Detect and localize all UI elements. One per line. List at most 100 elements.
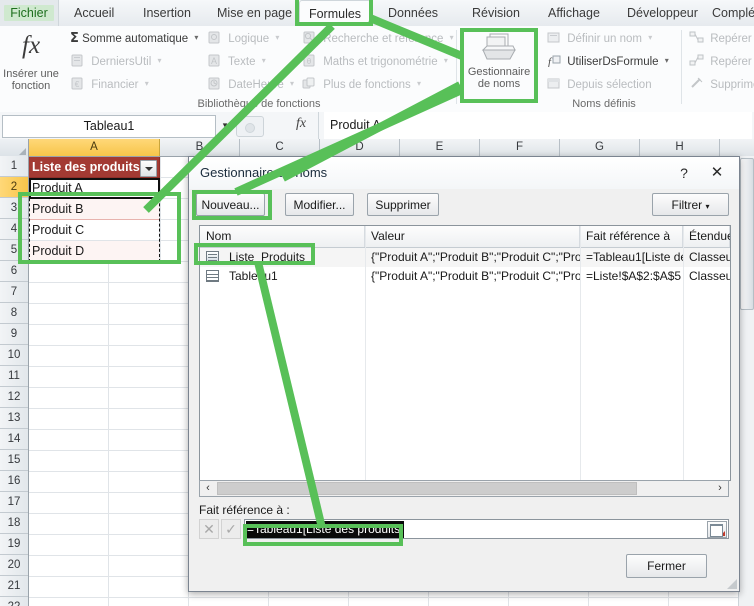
column-header-etendue[interactable]: Étendue	[683, 226, 730, 247]
row-header-20[interactable]: 20	[0, 555, 28, 576]
close-icon[interactable]: ✕	[703, 163, 731, 183]
tab-revision[interactable]: Révision	[462, 0, 530, 26]
cmd-plus-de-fonctions[interactable]: Plus de fonctions ▾	[302, 77, 421, 93]
column-header-c[interactable]: C	[240, 139, 320, 156]
tab-developpeur[interactable]: Développeur	[617, 0, 708, 26]
row-header-16[interactable]: 16	[0, 471, 28, 492]
cmd-logique[interactable]: Logique ▾	[207, 31, 279, 47]
cmd-dateheure[interactable]: DateHeure ▾	[207, 77, 294, 93]
tab-fichier[interactable]: Fichier	[0, 0, 59, 26]
filter-button-label: Filtrer	[671, 198, 703, 212]
formula-bar-expand-button[interactable]	[236, 116, 264, 137]
column-header-d[interactable]: D	[320, 139, 400, 156]
cmd-utiliser-ds-formule[interactable]: f UtiliserDsFormule ▾	[546, 54, 669, 70]
column-header-f[interactable]: F	[480, 139, 560, 156]
close-dialog-button[interactable]: Fermer	[626, 554, 707, 578]
horizontal-scrollbar-thumb[interactable]	[217, 482, 637, 495]
column-header-e[interactable]: E	[400, 139, 480, 156]
collapse-dialog-icon[interactable]	[707, 521, 727, 538]
column-header-valeur[interactable]: Valeur	[365, 226, 580, 247]
new-name-button[interactable]: Nouveau...	[196, 193, 265, 216]
cmd-maths-trigonometrie[interactable]: θ Maths et trigonométrie ▾	[302, 54, 448, 70]
cmd-somme-automatique[interactable]: Σ Somme automatique ▾	[70, 31, 198, 47]
row-header-19[interactable]: 19	[0, 534, 28, 555]
cmd-recherche-reference[interactable]: Recherche et référence ▾	[302, 31, 454, 47]
edit-name-button[interactable]: Modifier...	[285, 193, 354, 216]
column-header-h[interactable]: H	[640, 139, 720, 156]
row-header-11[interactable]: 11	[0, 366, 28, 387]
cmd-supprimer-fleches[interactable]: Supprimer le	[689, 77, 754, 93]
cmd-derniersutil[interactable]: DerniersUtil ▾	[70, 54, 162, 70]
row-header-22[interactable]: 22	[0, 597, 28, 606]
cmd-reperer-depend[interactable]: Repérer les d	[689, 54, 754, 70]
column-header-g[interactable]: G	[560, 139, 640, 156]
row-header-10[interactable]: 10	[0, 345, 28, 366]
name-box-chevron-down-icon[interactable]: ▾	[216, 115, 234, 136]
formula-input[interactable]: Produit A	[324, 112, 752, 139]
row-header-8[interactable]: 8	[0, 303, 28, 324]
insert-function-fx-icon[interactable]: fx	[296, 116, 306, 132]
row-header-14[interactable]: 14	[0, 429, 28, 450]
svg-text:A: A	[211, 56, 217, 66]
formula-bar-divider	[318, 112, 319, 139]
scroll-left-icon[interactable]: ‹	[200, 481, 216, 496]
row-header-6[interactable]: 6	[0, 261, 28, 282]
cmd-financier[interactable]: € Financier ▾	[70, 77, 149, 93]
row-header-21[interactable]: 21	[0, 576, 28, 597]
insert-function-button[interactable]: Insérer une fonction	[0, 68, 62, 92]
confirm-edit-icon[interactable]: ✓	[221, 519, 241, 539]
names-list[interactable]: Nom Valeur Fait référence à Étendue List…	[199, 225, 731, 481]
cmd-texte[interactable]: A Texte ▾	[207, 54, 266, 70]
tab-complements[interactable]: Compléme	[702, 0, 754, 26]
tab-donnees[interactable]: Données	[378, 0, 448, 26]
autofilter-icon[interactable]	[140, 160, 157, 177]
cancel-edit-icon[interactable]: ✕	[199, 519, 219, 539]
row-header-9[interactable]: 9	[0, 324, 28, 345]
vertical-scrollbar-thumb[interactable]	[740, 158, 754, 310]
ribbon: Fichier Accueil Insertion Mise en page F…	[0, 0, 754, 113]
select-all-corner-button[interactable]	[0, 139, 29, 156]
resize-grip[interactable]	[726, 578, 737, 589]
name-manager-icon	[480, 32, 518, 62]
column-header-nom[interactable]: Nom	[200, 226, 365, 247]
row-header-13[interactable]: 13	[0, 408, 28, 429]
row-header-5[interactable]: 5	[0, 240, 28, 261]
name-manager-button[interactable]: Gestionnaire de noms	[460, 26, 538, 90]
cmd-depuis-selection[interactable]: Depuis sélection	[546, 77, 652, 93]
cmd-logique-label: Logique	[228, 33, 270, 45]
row-header-2[interactable]: 2	[0, 177, 28, 198]
tab-formules[interactable]: Formules	[299, 0, 371, 28]
row-header-12[interactable]: 12	[0, 387, 28, 408]
row-header-15[interactable]: 15	[0, 450, 28, 471]
cmd-utiliser-ds-formule-label: UtiliserDsFormule	[567, 56, 659, 68]
row-header-4[interactable]: 4	[0, 219, 28, 240]
names-list-horizontal-scrollbar[interactable]: ‹ ›	[199, 480, 729, 497]
cmd-reperer-anteced[interactable]: Repérer les a	[689, 31, 754, 47]
row-header-3[interactable]: 3	[0, 198, 28, 219]
column-header-a[interactable]: A	[29, 139, 160, 156]
tab-mise-en-page[interactable]: Mise en page	[207, 0, 302, 26]
dialog-title-bar[interactable]: Gestionnaire de noms ? ✕	[189, 157, 739, 189]
row-header-18[interactable]: 18	[0, 513, 28, 534]
tab-affichage[interactable]: Affichage	[538, 0, 610, 26]
filter-button[interactable]: Filtrer ▾	[652, 193, 729, 216]
help-icon[interactable]: ?	[673, 163, 695, 183]
delete-name-button[interactable]: Supprimer	[367, 193, 439, 216]
cell-a1[interactable]: Liste des produits	[29, 157, 160, 178]
table-row[interactable]: Liste_Produits {"Produit A";"Produit B";…	[200, 248, 730, 267]
column-header-reference[interactable]: Fait référence à	[580, 226, 683, 247]
vertical-scrollbar[interactable]	[738, 156, 754, 606]
cmd-definir-un-nom[interactable]: Définir un nom ▾	[546, 31, 652, 47]
tab-accueil[interactable]: Accueil	[64, 0, 124, 26]
refers-to-input[interactable]: =Tableau1[Liste des produits]	[244, 519, 729, 539]
column-header-b[interactable]: B	[160, 139, 240, 156]
tab-insertion[interactable]: Insertion	[133, 0, 201, 26]
table-row[interactable]: Tableau1 {"Produit A";"Produit B";"Produ…	[200, 267, 730, 286]
group-label-defined-names: Noms définis	[572, 98, 636, 110]
fill-handle[interactable]	[156, 195, 161, 200]
row-header-1[interactable]: 1	[0, 156, 28, 177]
row-header-17[interactable]: 17	[0, 492, 28, 513]
name-box[interactable]: Tableau1	[2, 115, 216, 138]
scroll-right-icon[interactable]: ›	[712, 481, 728, 496]
row-header-7[interactable]: 7	[0, 282, 28, 303]
